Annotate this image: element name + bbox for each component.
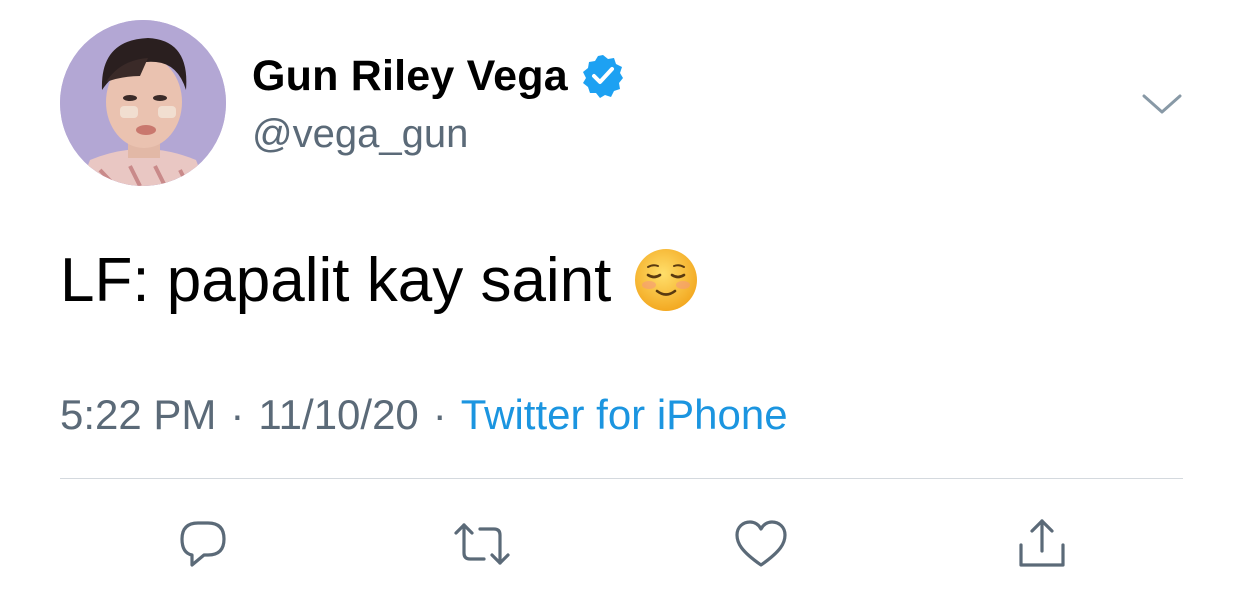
tweet-source-link[interactable]: Twitter for iPhone bbox=[461, 391, 788, 439]
meta-separator: · bbox=[432, 391, 447, 438]
meta-separator: · bbox=[230, 391, 245, 438]
chevron-down-icon[interactable] bbox=[1138, 86, 1186, 122]
tweet-time[interactable]: 5:22 PM bbox=[60, 391, 216, 439]
smiling-face-emoji-icon bbox=[635, 249, 698, 311]
verified-badge-icon bbox=[582, 55, 623, 98]
tweet-body: LF: papalit kay saint bbox=[60, 240, 699, 320]
share-button[interactable] bbox=[1010, 512, 1074, 576]
retweet-button[interactable] bbox=[450, 512, 514, 576]
divider bbox=[60, 478, 1183, 479]
author-handle[interactable]: @vega_gun bbox=[252, 112, 468, 157]
tweet-text: LF: papalit kay saint bbox=[60, 245, 612, 315]
avatar-image bbox=[60, 20, 226, 186]
display-name[interactable]: Gun Riley Vega bbox=[252, 52, 568, 101]
heart-icon bbox=[735, 520, 787, 567]
share-icon bbox=[1019, 519, 1065, 567]
tweet-meta: 5:22 PM · 11/10/20 · Twitter for iPhone bbox=[60, 388, 788, 442]
reply-button[interactable] bbox=[171, 512, 235, 576]
like-button[interactable] bbox=[729, 512, 793, 576]
tweet-card: Gun Riley Vega @vega_gun LF: papalit kay… bbox=[0, 0, 1241, 605]
retweet-icon bbox=[454, 523, 510, 565]
tweet-date[interactable]: 11/10/20 bbox=[258, 391, 418, 439]
reply-icon bbox=[180, 521, 226, 567]
avatar[interactable] bbox=[60, 20, 226, 186]
author-name-row: Gun Riley Vega bbox=[252, 48, 626, 104]
